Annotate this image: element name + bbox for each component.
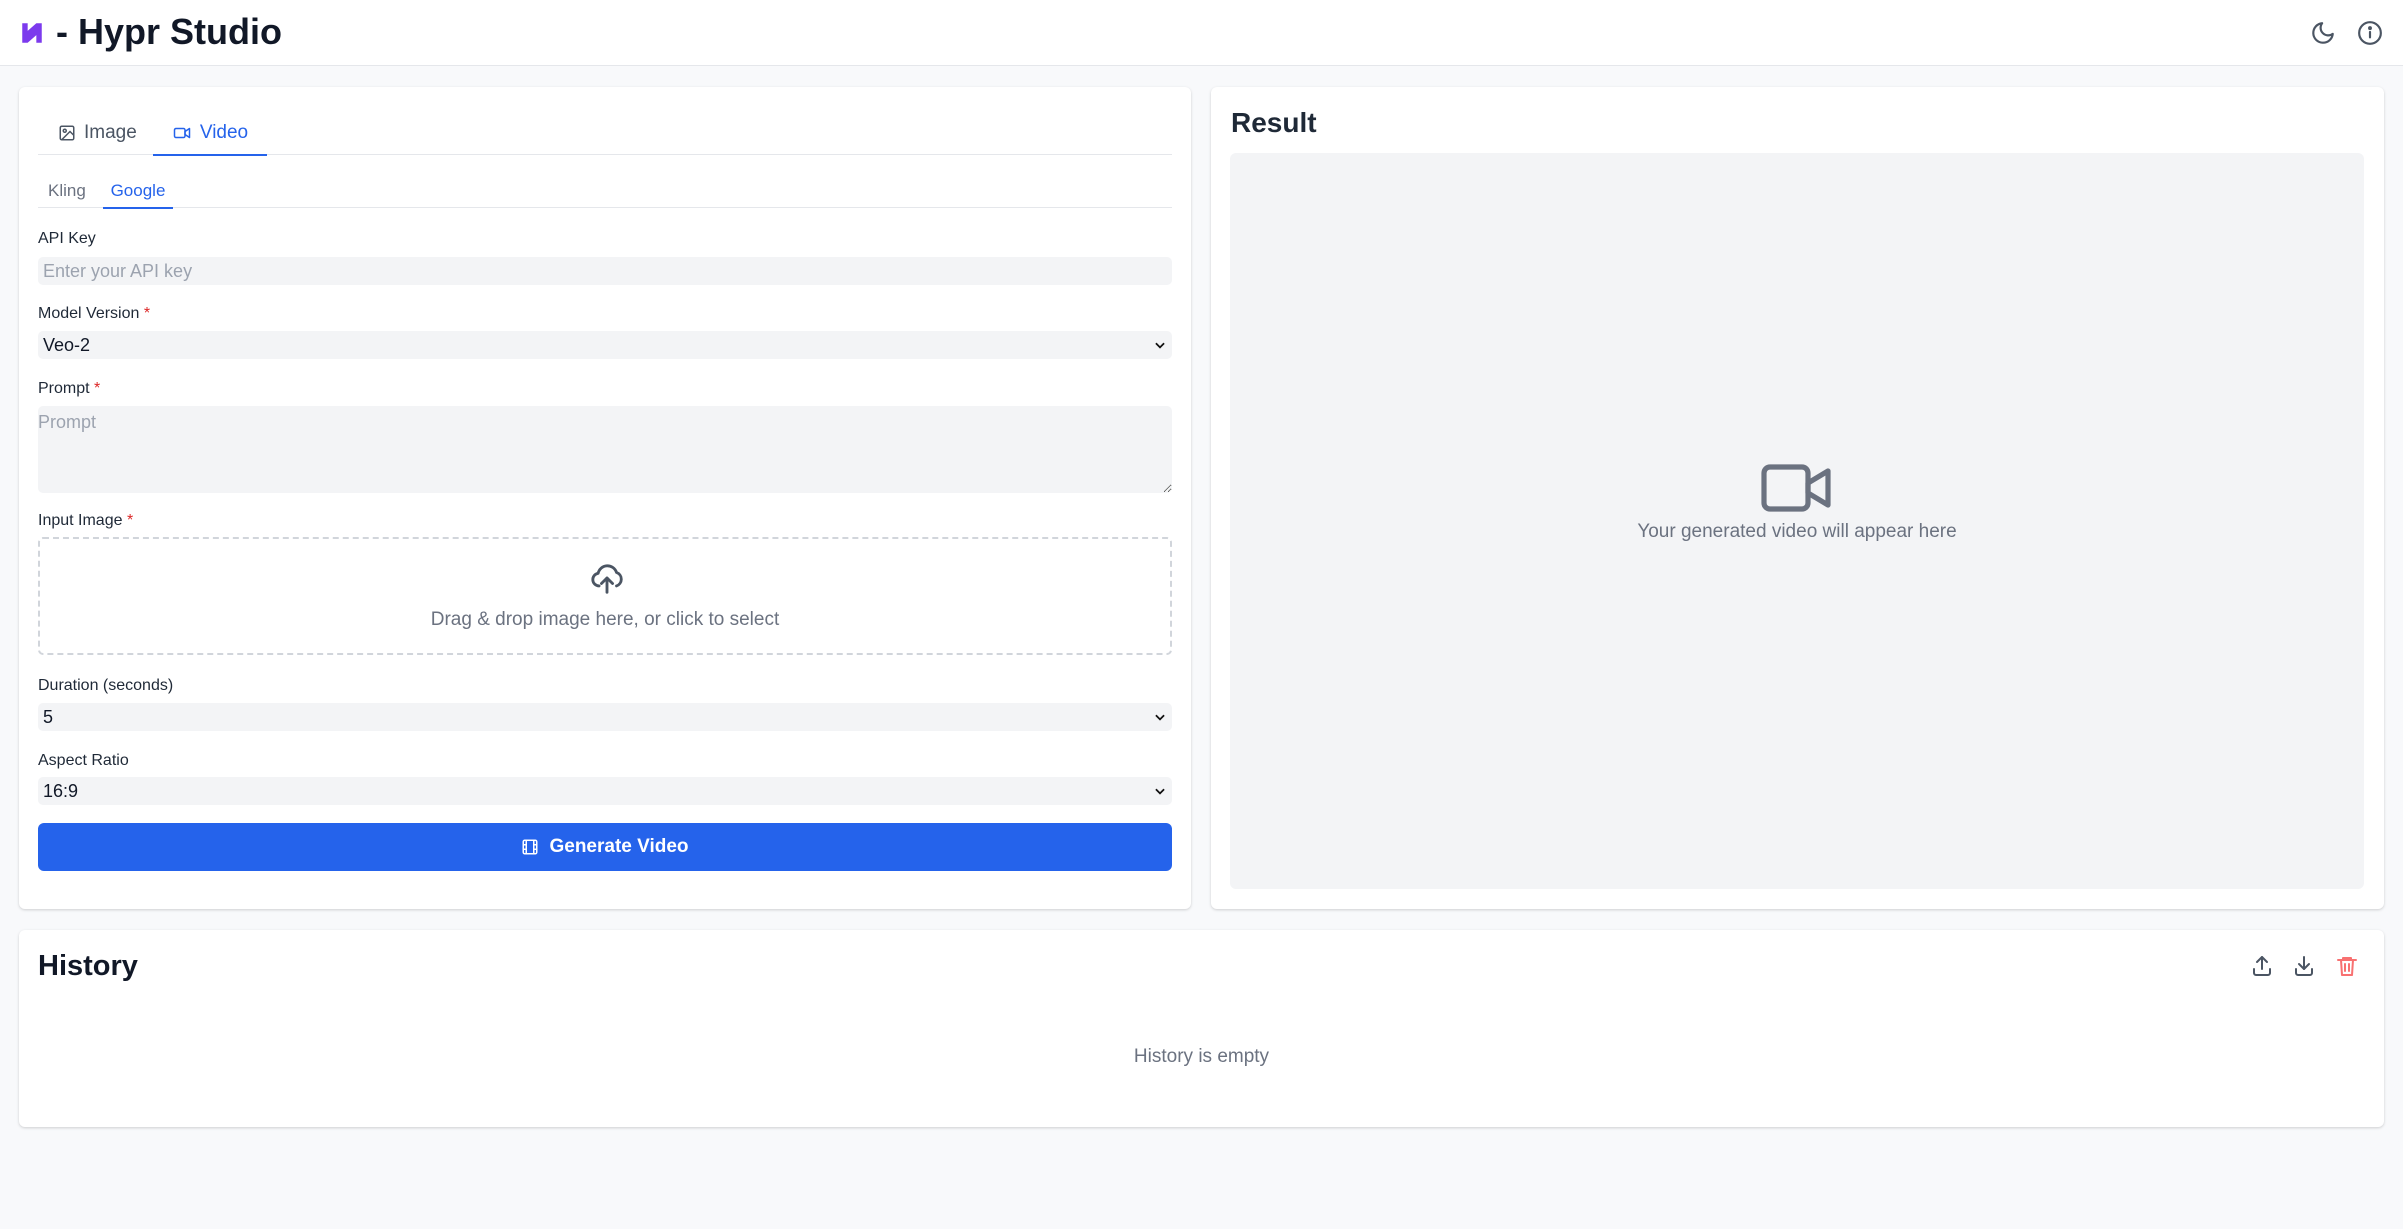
aspect-ratio-select[interactable]: 16:9 (38, 777, 1172, 805)
model-version-value: Veo-2 (43, 334, 91, 355)
api-key-label: API Key (38, 230, 96, 247)
required-marker: * (143, 305, 151, 322)
dropzone-text: Drag & drop image here, or click to sele… (430, 609, 780, 630)
result-title: Result (1231, 107, 1317, 138)
model-version-select[interactable]: Veo-2 (38, 331, 1172, 359)
chevron-down-icon (1155, 788, 1165, 795)
export-icon[interactable] (2248, 952, 2276, 980)
generate-video-label: Generate Video (549, 836, 689, 857)
video-camera-icon (1761, 464, 1831, 512)
top-bar: - Hypr Studio (0, 0, 2403, 66)
tab-image[interactable]: Image (58, 112, 137, 154)
image-dropzone[interactable]: Drag & drop image here, or click to sele… (38, 537, 1172, 655)
info-icon[interactable] (2355, 18, 2385, 48)
generation-form-panel: Image Video Kling Google API Key Model V… (19, 87, 1191, 909)
moon-icon[interactable] (2308, 18, 2338, 48)
duration-label: Duration (seconds) (38, 677, 174, 694)
result-preview-area: Your generated video will appear here (1230, 153, 2364, 889)
aspect-ratio-label: Aspect Ratio (38, 752, 129, 769)
hypr-logo-icon (22, 23, 42, 43)
result-panel: Result Your generated video will appear … (1211, 87, 2384, 909)
model-version-label-text: Model Version (38, 305, 140, 322)
chevron-down-icon (1155, 342, 1165, 349)
trash-icon[interactable] (2333, 952, 2361, 980)
history-title: History (38, 950, 138, 982)
chevron-down-icon (1155, 714, 1165, 721)
prompt-textarea[interactable] (38, 406, 1172, 493)
generate-video-button[interactable]: Generate Video (38, 823, 1172, 871)
tab-video-label: Video (199, 122, 249, 143)
app-title: - Hypr Studio (56, 11, 282, 52)
duration-value: 5 (43, 706, 54, 727)
input-image-label-text: Input Image (38, 512, 123, 529)
prompt-label: Prompt * (38, 380, 100, 398)
aspect-ratio-value: 16:9 (43, 780, 79, 801)
api-key-input[interactable] (38, 257, 1172, 285)
mode-tabs: Image Video (38, 112, 1172, 156)
image-icon (59, 125, 75, 141)
import-icon[interactable] (2290, 952, 2318, 980)
cloud-upload-icon (591, 564, 623, 594)
required-marker: * (126, 512, 134, 529)
history-panel: History History is empty (19, 930, 2384, 1127)
video-icon (173, 127, 191, 139)
input-image-label: Input Image * (38, 512, 133, 530)
required-marker: * (94, 380, 101, 397)
duration-select[interactable]: 5 (38, 703, 1172, 731)
tab-video[interactable]: Video (153, 112, 267, 156)
subtab-kling[interactable]: Kling (48, 174, 86, 207)
result-placeholder-text: Your generated video will appear here (1637, 521, 1957, 542)
tab-image-label: Image (84, 122, 137, 143)
film-icon (522, 839, 538, 855)
model-version-label: Model Version * (38, 305, 150, 323)
provider-tabs: Kling Google (38, 174, 1172, 209)
subtab-google[interactable]: Google (103, 174, 173, 209)
history-empty-text: History is empty (1133, 1046, 1270, 1067)
prompt-label-text: Prompt (38, 380, 90, 397)
